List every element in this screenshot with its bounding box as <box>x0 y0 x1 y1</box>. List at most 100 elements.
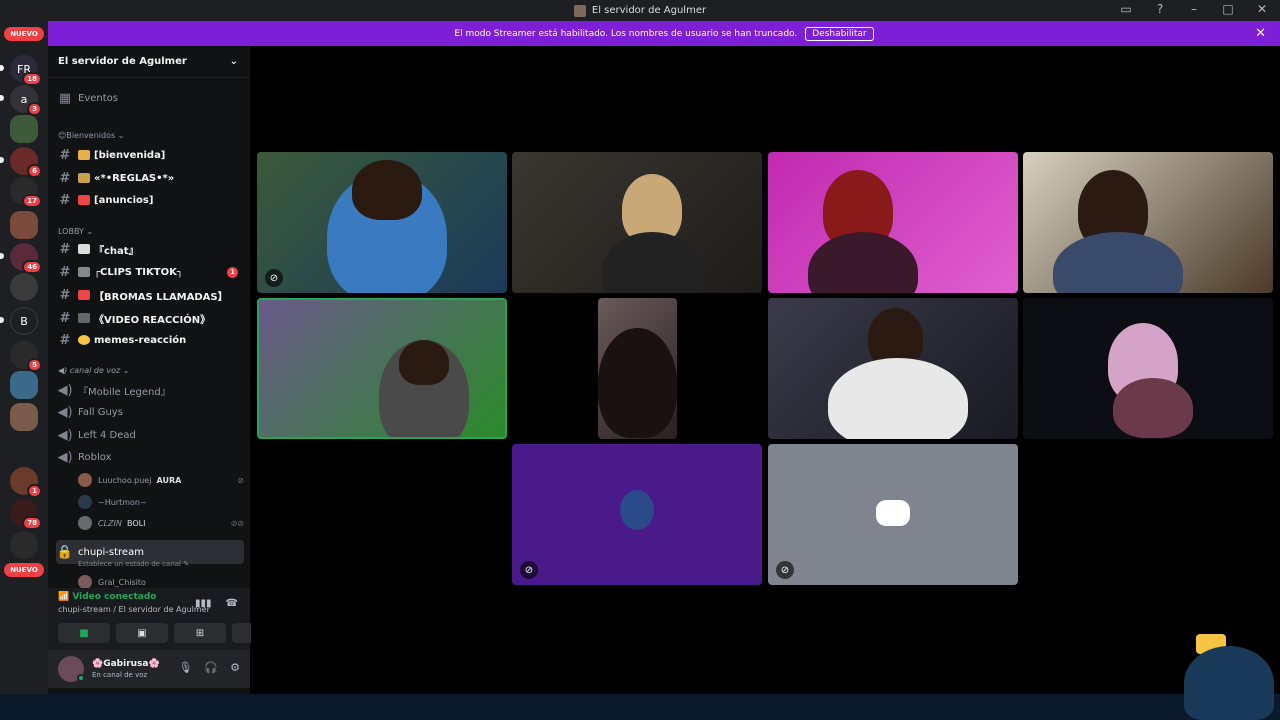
maximize-icon[interactable]: □ <box>1220 2 1236 16</box>
video-tile[interactable] <box>1023 298 1273 439</box>
server-icon[interactable]: 6 <box>10 147 42 178</box>
taskbar-edge <box>0 694 1280 720</box>
film-emoji-icon <box>78 313 90 323</box>
streamer-mascot-overlay <box>1176 626 1280 720</box>
participant-avatar <box>620 490 654 530</box>
hash-icon: # <box>59 192 71 208</box>
disable-button[interactable]: Deshabilitar <box>805 26 874 41</box>
server-icon[interactable]: 46 <box>10 243 42 274</box>
video-tile[interactable] <box>768 298 1018 439</box>
mic-muted-icon: ⊘ <box>265 269 283 287</box>
video-grid: ⊘ ⊘ ⊘ <box>251 46 1280 694</box>
server-icon[interactable] <box>10 403 38 431</box>
channel-bienvenida[interactable]: # [bienvenida] <box>56 145 244 165</box>
channel-video[interactable]: # 《VIDEO REACCIÓN》 <box>56 308 244 328</box>
camera-icon: ■ <box>79 627 89 639</box>
minimize-icon[interactable]: – <box>1186 2 1202 16</box>
speaker-icon: ◀) <box>57 382 73 398</box>
voice-channel-mobile[interactable]: ◀) 『Mobile Legend』 <box>56 380 244 400</box>
video-tile-avatar[interactable]: ⊘ <box>512 444 762 585</box>
participant-video <box>828 358 968 439</box>
speaker-icon: ◀) <box>57 404 73 420</box>
voice-user[interactable]: CLZIN BOLI ⊘⊘ <box>78 513 244 533</box>
banner-text: El modo Streamer está habilitado. Los no… <box>454 28 798 39</box>
server-icon[interactable]: 17 <box>10 177 42 208</box>
voice-channel-roblox[interactable]: ◀) Roblox <box>56 447 244 467</box>
video-tile[interactable] <box>768 152 1018 293</box>
unread-dot <box>0 317 4 323</box>
avatar <box>78 473 92 487</box>
avatar <box>78 516 92 530</box>
category-voice[interactable]: ◀) canal de voz ⌄ <box>58 366 130 375</box>
window-title: El servidor de Agulmer <box>591 5 707 16</box>
inbox-icon[interactable]: ▭ <box>1118 2 1134 16</box>
username[interactable]: 🌸Gabirusa🌸 <box>92 659 160 669</box>
camera-button[interactable]: ■ <box>58 623 110 643</box>
discord-logo-icon <box>876 500 910 526</box>
megaphone-emoji-icon <box>78 195 90 205</box>
category-lobby[interactable]: LOBBY ⌄ <box>58 227 93 236</box>
calendar-icon: ▦ <box>58 90 72 106</box>
disconnect-icon[interactable]: ☎ <box>226 598 238 609</box>
gamepad-icon: ⊞ <box>195 627 205 639</box>
online-status-icon <box>77 674 85 682</box>
channel-anuncios[interactable]: # [anuncios] <box>56 190 244 210</box>
video-tile-avatar[interactable]: ⊘ <box>768 444 1018 585</box>
settings-gear-icon[interactable]: ⚙ <box>230 661 240 674</box>
speech-emoji-icon <box>78 244 90 254</box>
noise-suppression-icon[interactable]: ▮▮▮ <box>195 598 212 609</box>
title-bar: El servidor de Agulmer ▭ ? – □ ✕ <box>0 0 1280 21</box>
category-welcome[interactable]: 😊Bienvenidos ⌄ <box>58 131 124 140</box>
headphones-icon[interactable]: 🎧 <box>204 661 218 674</box>
voice-user[interactable]: Luuchoo.puej AURA ⊘ <box>78 470 244 490</box>
unread-dot <box>0 157 4 163</box>
server-icon[interactable]: FR 18 <box>10 55 42 86</box>
close-banner-icon[interactable]: ✕ <box>1255 26 1266 41</box>
server-icon[interactable]: 5 <box>10 341 42 372</box>
events-item[interactable]: ▦ Eventos <box>56 88 244 108</box>
server-icon[interactable]: 1 <box>10 467 42 498</box>
video-tile[interactable] <box>1023 152 1273 293</box>
voice-user[interactable]: ~Hurtmon~ <box>78 492 244 512</box>
mic-muted-icon: ⊘ <box>520 561 538 579</box>
lock-icon: 🔒 <box>56 544 74 560</box>
channel-reglas[interactable]: # «*•REGLAS•*» <box>56 168 244 188</box>
laugh-emoji-icon <box>78 335 90 345</box>
channel-memes[interactable]: # memes-reacción <box>56 330 244 350</box>
unread-dot <box>0 253 4 259</box>
video-tile[interactable] <box>598 298 677 439</box>
voice-channel-l4d[interactable]: ◀) Left 4 Dead <box>56 425 244 445</box>
server-icon[interactable] <box>10 211 38 239</box>
server-icon[interactable]: B <box>10 307 38 335</box>
avatar <box>78 495 92 509</box>
avatar <box>78 575 92 589</box>
activities-button[interactable]: ⊞ <box>174 623 226 643</box>
video-tile-speaking[interactable] <box>257 298 507 439</box>
mic-muted-icon: ⊘ <box>776 561 794 579</box>
participant-head <box>399 340 449 385</box>
screen-share-button[interactable]: ▣ <box>116 623 168 643</box>
hash-icon: # <box>59 310 71 326</box>
channel-bromas[interactable]: # 【BROMAS LLAMADAS】 <box>56 285 244 305</box>
video-tile[interactable] <box>512 152 762 293</box>
help-icon[interactable]: ? <box>1152 2 1168 16</box>
server-icon[interactable]: a3 <box>10 85 42 116</box>
server-header[interactable]: El servidor de Agulmer ⌄ <box>48 46 250 78</box>
microphone-icon[interactable]: 🎙 <box>178 661 192 674</box>
mic-muted-icon: ⊘⊘ <box>230 518 244 528</box>
channel-status-hint[interactable]: Establece un estado de canal ✎ <box>78 554 244 574</box>
video-tile[interactable]: ⊘ <box>257 152 507 293</box>
server-icon[interactable]: 78 <box>10 499 42 530</box>
server-icon[interactable] <box>10 531 38 559</box>
close-window-icon[interactable]: ✕ <box>1254 2 1270 16</box>
mention-badge: 1 <box>227 266 238 278</box>
channel-chat[interactable]: # 『chat』 <box>56 239 244 259</box>
server-icon[interactable] <box>10 371 38 399</box>
server-list: NUEVO FR 18 a3 6 17 46 B 5 1 78 NUEVO <box>0 21 48 720</box>
channel-clips[interactable]: # ┌CLIPS TIKTOK┐ 1 <box>56 262 244 282</box>
server-icon[interactable] <box>10 115 38 143</box>
server-icon[interactable] <box>10 273 38 301</box>
participant-video <box>598 328 677 438</box>
server-icon[interactable] <box>10 435 38 463</box>
voice-channel-fallguys[interactable]: ◀) Fall Guys <box>56 402 244 422</box>
